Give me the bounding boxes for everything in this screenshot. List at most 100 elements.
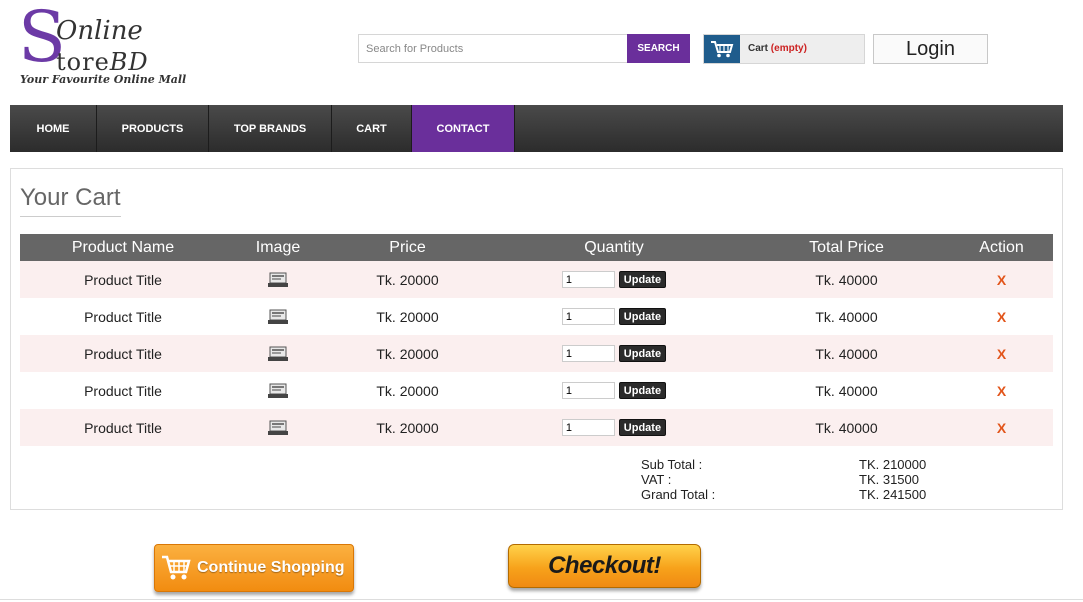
header-cart-status: (empty) <box>770 43 807 54</box>
col-action: Action <box>950 234 1053 261</box>
table-row: Product Title Tk. 20000 Update Tk. 40000… <box>20 298 1053 335</box>
search-input[interactable] <box>358 34 627 63</box>
action-cell: X <box>950 261 1053 298</box>
checkout-label: Checkout! <box>548 552 661 579</box>
update-button[interactable]: Update <box>618 419 667 437</box>
checkout-button[interactable]: Checkout! <box>508 544 701 588</box>
product-thumbnail-icon <box>267 309 289 325</box>
remove-item-button[interactable]: X <box>997 309 1006 325</box>
action-cell: X <box>950 335 1053 372</box>
remove-item-button[interactable]: X <box>997 383 1006 399</box>
quantity-input[interactable] <box>561 308 615 326</box>
nav-item-top-brands[interactable]: TOP BRANDS <box>209 105 332 152</box>
quantity-input[interactable] <box>561 345 615 363</box>
col-quantity: Quantity <box>485 234 743 261</box>
product-image <box>226 372 330 409</box>
quantity-input[interactable] <box>561 271 615 289</box>
subtotal-label: Sub Total : <box>641 457 703 472</box>
quantity-cell: Update <box>485 298 743 335</box>
update-button[interactable]: Update <box>618 271 667 289</box>
quantity-cell: Update <box>485 261 743 298</box>
vat-value: TK. 31500 <box>859 472 919 487</box>
product-price: Tk. 20000 <box>330 335 485 372</box>
grand-total-label: Grand Total : <box>641 487 716 502</box>
remove-item-button[interactable]: X <box>997 346 1006 362</box>
product-price: Tk. 20000 <box>330 409 485 446</box>
bottom-divider <box>0 599 1083 600</box>
total-price: Tk. 40000 <box>743 335 950 372</box>
total-price: Tk. 40000 <box>743 409 950 446</box>
shopping-cart-icon <box>704 35 740 63</box>
product-image <box>226 409 330 446</box>
product-name: Product Title <box>20 409 226 446</box>
nav-item-cart[interactable]: CART <box>332 105 412 152</box>
logo-line1: Online <box>56 16 143 46</box>
col-product-name: Product Name <box>20 234 226 261</box>
update-button[interactable]: Update <box>618 382 667 400</box>
table-row: Product Title Tk. 20000 Update Tk. 40000… <box>20 409 1053 446</box>
grand-total-value: TK. 241500 <box>859 487 927 502</box>
header-cart-text: Cart (empty) <box>740 35 807 63</box>
remove-item-button[interactable]: X <box>997 272 1006 288</box>
logo-line2-main: tore <box>56 48 110 76</box>
cart-totals: Sub Total : TK. 210000 VAT : TK. 31500 G… <box>641 457 941 502</box>
cart-table: Product Name Image Price Quantity Total … <box>20 234 1053 446</box>
subtotal-row: Sub Total : TK. 210000 <box>641 457 941 472</box>
nav-item-contact[interactable]: CONTACT <box>412 105 515 152</box>
vat-label: VAT : <box>641 472 672 487</box>
action-cell: X <box>950 409 1053 446</box>
col-total-price: Total Price <box>743 234 950 261</box>
nav-item-home[interactable]: HOME <box>10 105 97 152</box>
continue-shopping-button[interactable]: Continue Shopping <box>154 544 354 592</box>
subtotal-value: TK. 210000 <box>859 457 927 472</box>
product-thumbnail-icon <box>267 272 289 288</box>
quantity-cell: Update <box>485 409 743 446</box>
product-thumbnail-icon <box>267 420 289 436</box>
product-name: Product Title <box>20 372 226 409</box>
quantity-input[interactable] <box>561 382 615 400</box>
action-cell: X <box>950 372 1053 409</box>
update-button[interactable]: Update <box>618 308 667 326</box>
quantity-cell: Update <box>485 335 743 372</box>
total-price: Tk. 40000 <box>743 372 950 409</box>
product-price: Tk. 20000 <box>330 261 485 298</box>
table-row: Product Title Tk. 20000 Update Tk. 40000… <box>20 261 1053 298</box>
total-price: Tk. 40000 <box>743 261 950 298</box>
logo-tagline: Your Favourite Online Mall <box>20 73 187 86</box>
update-button[interactable]: Update <box>618 345 667 363</box>
site-logo[interactable]: S Online toreBD Your Favourite Online Ma… <box>18 2 193 90</box>
table-row: Product Title Tk. 20000 Update Tk. 40000… <box>20 372 1053 409</box>
product-thumbnail-icon <box>267 346 289 362</box>
page: S Online toreBD Your Favourite Online Ma… <box>0 0 1083 602</box>
total-price: Tk. 40000 <box>743 298 950 335</box>
nav-item-products[interactable]: PRODUCTS <box>97 105 209 152</box>
header-cart-widget[interactable]: Cart (empty) <box>703 34 865 64</box>
col-price: Price <box>330 234 485 261</box>
continue-shopping-label: Continue Shopping <box>197 559 345 576</box>
header-cart-label: Cart <box>748 43 769 54</box>
product-thumbnail-icon <box>267 383 289 399</box>
main-nav: HOME PRODUCTS TOP BRANDS CART CONTACT <box>10 105 1063 152</box>
remove-item-button[interactable]: X <box>997 420 1006 436</box>
search-button[interactable]: SEARCH <box>627 34 690 63</box>
product-name: Product Title <box>20 261 226 298</box>
product-name: Product Title <box>20 335 226 372</box>
quantity-input[interactable] <box>561 419 615 437</box>
cart-panel: Your Cart Product Name Image Price Quant… <box>10 168 1063 510</box>
table-row: Product Title Tk. 20000 Update Tk. 40000… <box>20 335 1053 372</box>
shopping-cart-icon <box>161 554 191 582</box>
vat-row: VAT : TK. 31500 <box>641 472 941 487</box>
product-price: Tk. 20000 <box>330 372 485 409</box>
product-image <box>226 298 330 335</box>
table-header-row: Product Name Image Price Quantity Total … <box>20 234 1053 261</box>
product-name: Product Title <box>20 298 226 335</box>
search-bar: SEARCH <box>358 34 690 63</box>
logo-line2-suffix: BD <box>109 48 149 76</box>
page-title: Your Cart <box>20 184 121 217</box>
quantity-cell: Update <box>485 372 743 409</box>
action-cell: X <box>950 298 1053 335</box>
login-button[interactable]: Login <box>873 34 988 64</box>
logo-line2: toreBD <box>56 48 149 76</box>
col-image: Image <box>226 234 330 261</box>
product-price: Tk. 20000 <box>330 298 485 335</box>
